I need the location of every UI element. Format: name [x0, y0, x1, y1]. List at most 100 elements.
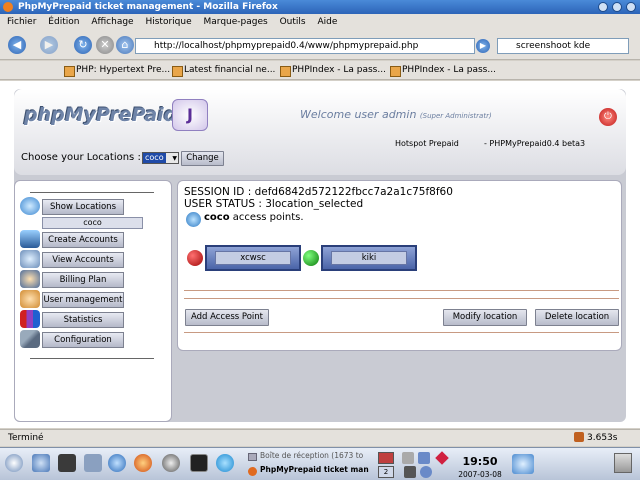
add-access-point-button[interactable]: Add Access Point: [185, 309, 269, 326]
firefox-task-icon: [248, 467, 257, 476]
tray-gem-icon[interactable]: [435, 451, 449, 465]
menu-edition[interactable]: Édition: [48, 17, 79, 27]
firefox-icon: [3, 2, 13, 12]
clock-date: 2007-03-08: [458, 470, 502, 479]
bookmark-phpindex-1[interactable]: PHPIndex - La pass...: [280, 61, 386, 80]
home-icon[interactable]: ⌂: [116, 36, 134, 54]
window-title-bar: PhpMyPrepaid ticket management - Mozilla…: [0, 0, 640, 14]
maximize-icon[interactable]: [612, 2, 622, 12]
pager-desktop-2[interactable]: 2: [378, 466, 394, 478]
menu-affichage[interactable]: Affichage: [91, 17, 133, 27]
location-value: coco: [143, 153, 166, 163]
tray-network-icon[interactable]: [418, 452, 430, 464]
session-id: SESSION ID : defd6842d572122fbcc7a2a1c75…: [184, 186, 453, 198]
status-offline-icon: [187, 250, 203, 266]
tray-app-icon[interactable]: [512, 454, 534, 474]
globe-icon: [20, 197, 40, 215]
logout-icon[interactable]: ⏻: [599, 108, 617, 126]
access-points-title: coco access points.: [186, 212, 304, 223]
sidebar-view-accounts[interactable]: View Accounts: [42, 252, 124, 268]
media-icon[interactable]: [162, 454, 180, 472]
terminal-icon[interactable]: [58, 454, 76, 472]
delete-location-button[interactable]: Delete location: [535, 309, 619, 326]
skype-icon[interactable]: [216, 454, 234, 472]
menu-historique[interactable]: Historique: [145, 17, 191, 27]
forward-icon[interactable]: ▶: [40, 36, 58, 54]
ap-name-label: xcwsc: [215, 251, 291, 265]
sidebar-user-management[interactable]: User management: [42, 292, 124, 308]
search-box[interactable]: screenshoot kde: [497, 38, 629, 54]
sidebar-statistics[interactable]: Statistics: [42, 312, 124, 328]
menu-fichier[interactable]: Fichier: [7, 17, 36, 27]
sidebar-create-accounts[interactable]: Create Accounts: [42, 232, 124, 248]
status-bar: Terminé 3.653s: [0, 429, 640, 446]
tools-icon: [20, 330, 40, 348]
bookmarks-toolbar: PHP: Hypertext Pre... Latest financial n…: [0, 61, 640, 80]
url-text: http://localhost/phpmyprepaid0.4/www/php…: [154, 41, 419, 51]
search-text: screenshoot kde: [516, 41, 591, 51]
task-inbox[interactable]: Boîte de réception (1673 to: [246, 451, 374, 464]
sidebar-configuration[interactable]: Configuration: [42, 332, 124, 348]
clock-time[interactable]: 19:50: [455, 455, 505, 468]
trash-icon[interactable]: [614, 453, 632, 473]
desktop-icon[interactable]: [84, 454, 102, 472]
menu-outils[interactable]: Outils: [280, 17, 306, 27]
chevron-down-icon: ▼: [172, 155, 177, 162]
konqueror-icon[interactable]: [108, 454, 126, 472]
divider: [184, 332, 619, 333]
ap-name-label: kiki: [331, 251, 407, 265]
sidebar-billing-plan[interactable]: Billing Plan: [42, 272, 124, 288]
tray-clipboard-icon[interactable]: [402, 452, 414, 464]
reload-icon[interactable]: ↻: [74, 36, 92, 54]
chart-icon: [20, 310, 40, 328]
kde-menu-icon[interactable]: [5, 454, 23, 472]
location-select[interactable]: coco ▼: [142, 152, 179, 164]
task-firefox[interactable]: PhpMyPrepaid ticket man: [246, 465, 374, 478]
task-firefox-label: PhpMyPrepaid ticket man: [260, 465, 369, 474]
bookmark-phpindex-2[interactable]: PHPIndex - La pass...: [390, 61, 496, 80]
url-bar[interactable]: http://localhost/phpmyprepaid0.4/www/php…: [135, 38, 475, 54]
minimize-icon[interactable]: [598, 2, 608, 12]
access-point-kiki[interactable]: kiki: [321, 245, 417, 271]
user-icon: [20, 290, 40, 308]
version-label: - PHPMyPrepaid0.4 beta3: [484, 139, 586, 148]
taskbar: Boîte de réception (1673 to PhpMyPrepaid…: [0, 447, 640, 480]
access-point-xcwsc[interactable]: xcwsc: [205, 245, 301, 271]
user-status: USER STATUS : 3location_selected: [184, 198, 364, 210]
sidebar-sub-location[interactable]: coco: [42, 217, 143, 229]
change-button[interactable]: Change: [181, 151, 224, 166]
load-timer: 3.653s: [587, 433, 618, 443]
navigation-toolbar: ◀ ▶ ↻ ✕ ⌂ http://localhost/phpmyprepaid0…: [0, 31, 640, 60]
sidebar-divider: [30, 192, 154, 193]
tray-update-icon[interactable]: [420, 466, 432, 478]
status-online-icon: [303, 250, 319, 266]
timer-icon: [574, 432, 584, 442]
mail-icon: [248, 453, 257, 461]
divider: [184, 298, 619, 299]
ap-title-suffix: access points.: [232, 212, 304, 223]
monitor-user-icon: [20, 230, 40, 248]
magnifier-icon: [20, 250, 40, 268]
app-icon[interactable]: [32, 454, 50, 472]
firefox-icon[interactable]: [134, 454, 152, 472]
users-icon: [20, 270, 40, 288]
menu-aide[interactable]: Aide: [317, 17, 337, 27]
ap-location-name: coco: [204, 212, 230, 223]
pager-desktop-1[interactable]: [378, 452, 394, 464]
logo-j-icon: J: [172, 99, 208, 131]
sidebar-show-locations[interactable]: Show Locations: [42, 199, 124, 215]
welcome-message: Welcome user admin (Super Administratr): [300, 108, 492, 121]
back-icon[interactable]: ◀: [8, 36, 26, 54]
window-title: PhpMyPrepaid ticket management - Mozilla…: [18, 2, 278, 12]
stop-icon[interactable]: ✕: [96, 36, 114, 54]
modify-location-button[interactable]: Modify location: [443, 309, 527, 326]
status-text: Terminé: [8, 433, 44, 443]
go-icon[interactable]: ▶: [476, 39, 490, 53]
console-icon[interactable]: [190, 454, 208, 472]
divider: [184, 290, 619, 291]
bookmark-financial[interactable]: Latest financial ne...: [172, 61, 275, 80]
bookmark-php[interactable]: PHP: Hypertext Pre...: [64, 61, 170, 80]
tray-volume-icon[interactable]: [404, 466, 416, 478]
menu-marque-pages[interactable]: Marque-pages: [204, 17, 268, 27]
close-icon[interactable]: [626, 2, 636, 12]
